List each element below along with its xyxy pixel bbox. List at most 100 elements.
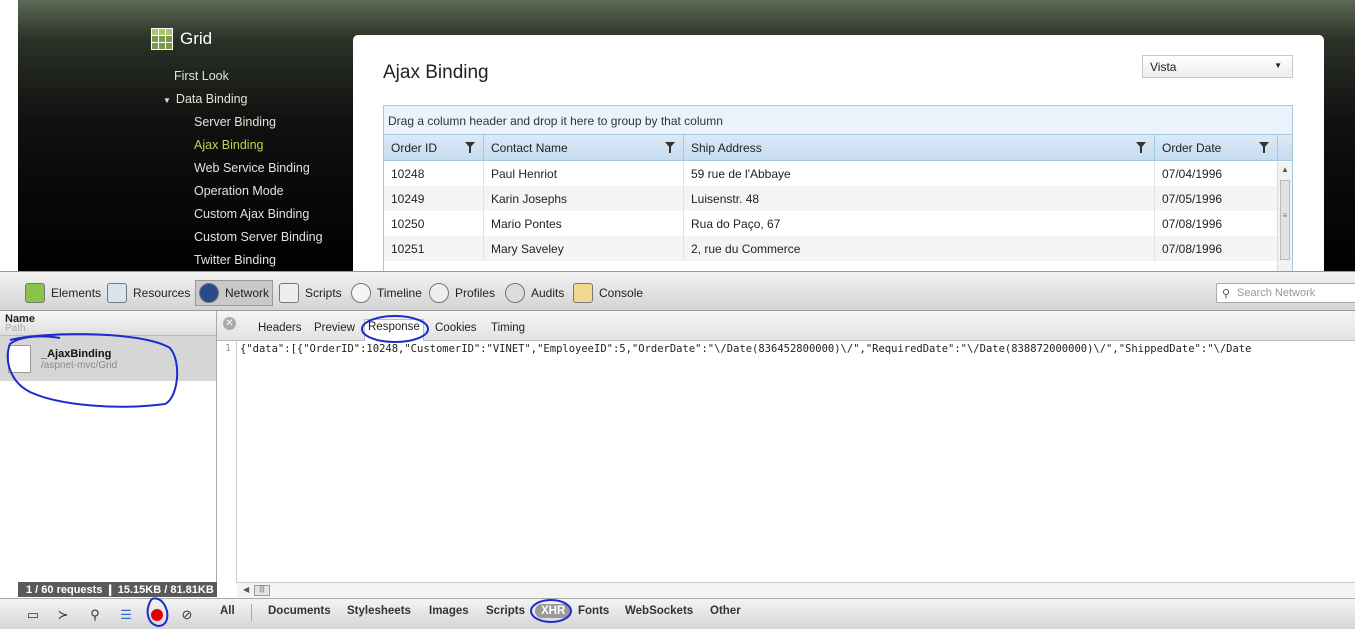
cell-order-id: 10249	[384, 186, 484, 211]
filter-xhr[interactable]: XHR	[535, 604, 572, 618]
filter-stylesheets[interactable]: Stylesheets	[347, 605, 411, 617]
site-logo[interactable]: Grid	[151, 28, 212, 50]
filter-websockets[interactable]: WebSockets	[625, 605, 693, 617]
theme-select[interactable]: Vista ▼	[1142, 55, 1293, 78]
filter-icon[interactable]	[1136, 142, 1146, 153]
devtools: Elements Resources Network Scripts Timel…	[0, 271, 1355, 629]
tab-response[interactable]: Response	[364, 319, 424, 341]
cell-order-date: 07/08/1996	[1155, 236, 1278, 261]
list-view-icon[interactable]: ☰	[115, 605, 137, 624]
panel-audits[interactable]: Audits	[505, 280, 564, 306]
column-header-order-id[interactable]: Order ID	[384, 135, 484, 160]
close-icon[interactable]: ✕	[223, 317, 236, 330]
dropdown-arrow-icon: ▼	[1274, 61, 1282, 70]
nav-server-binding[interactable]: Server Binding	[194, 115, 276, 129]
horizontal-scrollbar[interactable]: ◀ |||	[237, 582, 1355, 598]
cell-contact-name: Mary Saveley	[484, 236, 684, 261]
filter-images[interactable]: Images	[429, 605, 469, 617]
cell-ship-address: Rua do Paço, 67	[684, 211, 1155, 236]
column-header-ship-address[interactable]: Ship Address	[684, 135, 1155, 160]
panel-network[interactable]: Network	[195, 280, 274, 306]
column-header-contact-name[interactable]: Contact Name	[484, 135, 684, 160]
nav-first-look[interactable]: First Look	[174, 69, 229, 83]
console-toggle-icon[interactable]: ≻	[52, 605, 74, 624]
network-status-bar: ▭ ≻ ⚲ ☰ ⊘ All Documents Stylesheets Imag…	[0, 598, 1355, 629]
scroll-left-icon[interactable]: ◀	[243, 585, 249, 594]
panel-profiles[interactable]: Profiles	[429, 280, 495, 306]
audits-icon	[505, 283, 525, 303]
table-row[interactable]: 10248 Paul Henriot 59 rue de l'Abbaye 07…	[384, 161, 1292, 186]
search-icon[interactable]: ⚲	[84, 605, 106, 624]
cell-order-id: 10251	[384, 236, 484, 261]
panel-timeline[interactable]: Timeline	[351, 280, 422, 306]
nav-twitter-binding[interactable]: Twitter Binding	[194, 253, 276, 267]
clear-icon[interactable]: ⊘	[176, 605, 198, 624]
timeline-icon	[351, 283, 371, 303]
data-grid: Drag a column header and drop it here to…	[383, 105, 1293, 271]
network-search-input[interactable]: ⚲ Search Network	[1216, 283, 1355, 303]
page-title: Ajax Binding	[383, 62, 489, 83]
cell-order-date: 07/08/1996	[1155, 211, 1278, 236]
panel-resources[interactable]: Resources	[107, 280, 190, 306]
logo-text: Grid	[180, 29, 213, 48]
resources-icon	[107, 283, 127, 303]
dock-icon[interactable]: ▭	[22, 605, 44, 624]
filter-icon[interactable]	[465, 142, 475, 153]
panel-console[interactable]: Console	[573, 280, 643, 306]
tab-cookies[interactable]: Cookies	[435, 322, 477, 334]
filter-other[interactable]: Other	[710, 605, 741, 617]
filter-scripts[interactable]: Scripts	[486, 605, 525, 617]
column-label: Order ID	[391, 141, 438, 155]
tab-preview[interactable]: Preview	[314, 322, 355, 334]
panel-label: Scripts	[305, 286, 342, 300]
filter-icon[interactable]	[1259, 142, 1269, 153]
tab-headers[interactable]: Headers	[258, 322, 301, 334]
nav-data-binding[interactable]: ▼ Data Binding	[163, 92, 248, 106]
scroll-thumb[interactable]: |||	[254, 585, 270, 596]
request-row[interactable]: _AjaxBinding /aspnet-mvc/Grid	[0, 336, 216, 381]
scroll-thumb[interactable]: ≡	[1280, 180, 1290, 260]
cell-order-date: 07/05/1996	[1155, 186, 1278, 211]
panel-label: Audits	[531, 286, 565, 300]
tab-timing[interactable]: Timing	[491, 322, 525, 334]
console-icon	[573, 283, 593, 303]
group-panel[interactable]: Drag a column header and drop it here to…	[384, 106, 1292, 135]
panel-elements[interactable]: Elements	[25, 280, 101, 306]
table-row[interactable]: 10250 Mario Pontes Rua do Paço, 67 07/08…	[384, 211, 1292, 236]
grid-header: Order ID Contact Name Ship Address Order…	[384, 135, 1292, 161]
table-row[interactable]: 10249 Karin Josephs Luisenstr. 48 07/05/…	[384, 186, 1292, 211]
grid-vertical-scrollbar[interactable]: ▲ ≡	[1277, 162, 1292, 271]
line-number: 1	[217, 341, 237, 583]
filter-icon[interactable]	[665, 142, 675, 153]
request-list-header[interactable]: Name Path	[0, 311, 216, 336]
nav-operation-mode[interactable]: Operation Mode	[194, 184, 284, 198]
filter-documents[interactable]: Documents	[268, 605, 331, 617]
panel-label: Resources	[133, 286, 191, 300]
response-body[interactable]: {"data":[{"OrderID":10248,"CustomerID":"…	[240, 343, 1251, 355]
response-viewer[interactable]: 1 {"data":[{"OrderID":10248,"CustomerID"…	[217, 341, 1355, 583]
cell-contact-name: Karin Josephs	[484, 186, 684, 211]
scroll-up-icon[interactable]: ▲	[1278, 165, 1292, 174]
nav-web-service-binding[interactable]: Web Service Binding	[194, 161, 310, 175]
record-button[interactable]	[146, 605, 168, 624]
panel-label: Timeline	[377, 286, 422, 300]
panel-label: Console	[599, 286, 644, 300]
column-header-order-date[interactable]: Order Date	[1155, 135, 1278, 160]
nav-data-binding-label: Data Binding	[175, 92, 248, 106]
panel-scripts[interactable]: Scripts	[279, 280, 342, 306]
filter-all[interactable]: All	[220, 605, 235, 617]
profiles-icon	[429, 283, 449, 303]
nav-ajax-binding[interactable]: Ajax Binding	[194, 138, 264, 152]
cell-contact-name: Paul Henriot	[484, 161, 684, 186]
content-panel: Ajax Binding Vista ▼ Drag a column heade…	[353, 35, 1324, 271]
cell-ship-address: 2, rue du Commerce	[684, 236, 1155, 261]
filter-fonts[interactable]: Fonts	[578, 605, 609, 617]
cell-order-id: 10248	[384, 161, 484, 186]
cell-order-id: 10250	[384, 211, 484, 236]
nav-custom-ajax-binding[interactable]: Custom Ajax Binding	[194, 207, 309, 221]
table-row[interactable]: 10251 Mary Saveley 2, rue du Commerce 07…	[384, 236, 1292, 261]
panel-label: Elements	[51, 286, 102, 300]
request-name: _AjaxBinding	[41, 348, 112, 360]
cell-ship-address: 59 rue de l'Abbaye	[684, 161, 1155, 186]
nav-custom-server-binding[interactable]: Custom Server Binding	[194, 230, 323, 244]
